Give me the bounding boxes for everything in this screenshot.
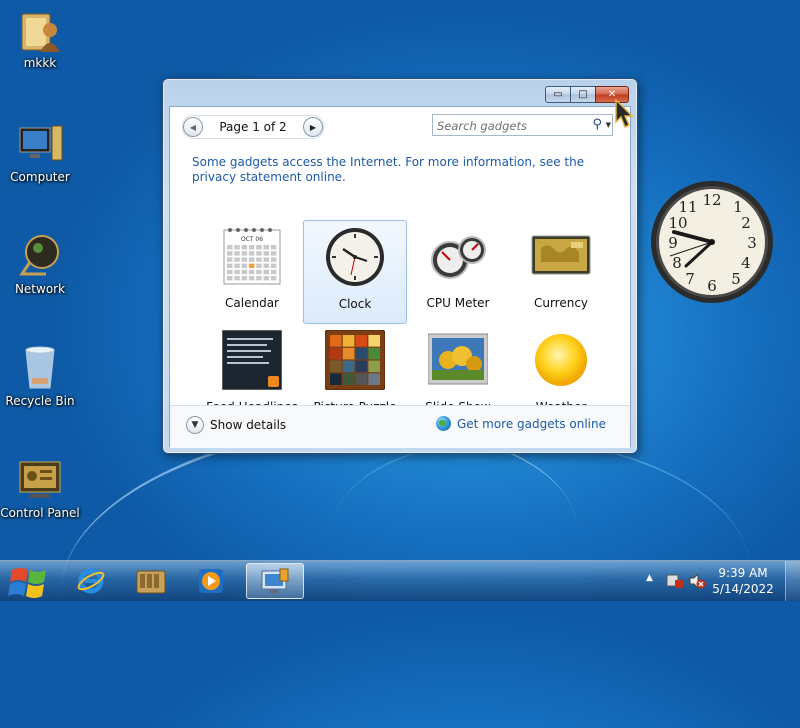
- minimize-icon: ▭: [553, 89, 563, 100]
- page-label: Page 1 of 2: [219, 120, 287, 134]
- volume-muted-icon[interactable]: [688, 572, 706, 590]
- taskbar-file-explorer[interactable]: [122, 563, 180, 599]
- taskbar-clock[interactable]: 9:39 AM 5/14/2022: [708, 565, 778, 597]
- search-dropdown-icon[interactable]: ▼: [606, 121, 611, 129]
- gadget-label: Clock: [338, 297, 372, 311]
- desktop-icon-network[interactable]: Network: [0, 232, 82, 296]
- desktop-icon-label: Computer: [10, 170, 70, 184]
- cpu-meter-icon: [428, 226, 488, 286]
- chevron-left-icon: ◀: [189, 122, 197, 132]
- maximize-icon: □: [578, 89, 588, 100]
- mouse-cursor-icon: [614, 98, 636, 130]
- get-more-gadgets-link[interactable]: Get more gadgets online: [435, 416, 606, 431]
- svg-text:12: 12: [702, 191, 721, 209]
- recycle-bin-icon: [16, 344, 64, 392]
- calendar-icon: OCT 06: [222, 226, 282, 286]
- taskbar-media-player[interactable]: [182, 563, 240, 599]
- desktop-icon-recycle-bin[interactable]: Recycle Bin: [0, 344, 82, 408]
- chevron-right-icon: ▶: [309, 122, 317, 132]
- globe-icon: [435, 416, 451, 431]
- show-details-button[interactable]: ▼ Show details: [186, 416, 286, 434]
- search-input[interactable]: [433, 116, 591, 136]
- gadgets-icon: [261, 568, 289, 593]
- desktop-icon-mkkk[interactable]: mkkk: [0, 6, 82, 70]
- user-folder-icon: [16, 6, 64, 54]
- gallery-footer: ▼ Show details Get more gadgets online: [170, 405, 630, 448]
- svg-text:5: 5: [731, 270, 741, 288]
- show-desktop-button[interactable]: [785, 561, 800, 601]
- start-button[interactable]: [6, 562, 54, 602]
- get-more-gadgets-label: Get more gadgets online: [456, 416, 606, 431]
- maximize-button[interactable]: □: [570, 86, 596, 103]
- system-tray: ▲ 9:39 AM 5/14/2022: [640, 561, 800, 601]
- calendar-month-label: OCT 06: [241, 236, 263, 243]
- svg-text:8: 8: [672, 254, 682, 272]
- search-box: ⚲ ▼: [432, 114, 613, 136]
- chevron-down-icon: ▼: [186, 416, 204, 434]
- taskbar: ▲ 9:39 AM 5/14/2022: [0, 560, 800, 601]
- gadget-gallery-window: ▭ □ ✕ ◀ Page 1 of 2 ▶ ⚲ ▼ Some gadgets a…: [162, 78, 638, 454]
- internet-explorer-icon: [77, 568, 105, 594]
- desktop-icon-control-panel[interactable]: Control Panel: [0, 456, 82, 520]
- desktop-icon-computer[interactable]: Computer: [0, 120, 82, 184]
- picture-puzzle-icon: [324, 329, 386, 391]
- taskbar-time: 9:39 AM: [718, 566, 768, 580]
- svg-text:6: 6: [707, 277, 717, 295]
- computer-icon: [16, 120, 64, 168]
- svg-text:9: 9: [668, 234, 678, 252]
- svg-text:4: 4: [741, 254, 751, 272]
- privacy-notice-link[interactable]: Some gadgets access the Internet. For mo…: [192, 155, 612, 185]
- previous-page-button[interactable]: ◀: [183, 117, 203, 137]
- gadget-label: CPU Meter: [426, 296, 490, 310]
- feed-headlines-icon: [221, 329, 283, 391]
- show-details-label: Show details: [210, 418, 287, 432]
- gadget-currency[interactable]: Currency: [509, 220, 613, 324]
- svg-text:2: 2: [741, 214, 751, 232]
- gadget-clock[interactable]: Clock: [303, 220, 407, 324]
- show-hidden-icons-icon[interactable]: ▲: [646, 573, 653, 583]
- gadget-cpu-meter[interactable]: CPU Meter: [406, 220, 510, 324]
- page-navigator: ◀ Page 1 of 2 ▶: [182, 115, 324, 139]
- gadget-label: Currency: [533, 296, 589, 310]
- weather-icon: [531, 330, 591, 390]
- slide-show-icon: [427, 330, 489, 390]
- svg-text:7: 7: [685, 270, 695, 288]
- media-player-icon: [199, 569, 223, 593]
- desktop-icon-label: mkkk: [23, 56, 57, 70]
- svg-text:10: 10: [668, 214, 687, 232]
- taskbar-date: 5/14/2022: [712, 582, 774, 596]
- network-icon: [16, 232, 64, 280]
- desktop-icon-label: Recycle Bin: [5, 394, 75, 408]
- currency-icon: [531, 226, 591, 286]
- svg-text:3: 3: [747, 234, 757, 252]
- gadget-calendar[interactable]: OCT 06 Calendar: [200, 220, 304, 324]
- clock-face-icon: 12 12345 67891011: [651, 181, 773, 303]
- desktop-icon-label: Network: [14, 282, 66, 296]
- libraries-icon: [136, 570, 166, 594]
- gadget-label: Calendar: [225, 296, 279, 310]
- taskbar-gadgets[interactable]: [246, 563, 304, 599]
- gallery-client-area: ◀ Page 1 of 2 ▶ ⚲ ▼ Some gadgets access …: [169, 106, 631, 448]
- next-page-button[interactable]: ▶: [303, 117, 323, 137]
- desktop-clock-gadget[interactable]: 12 1 2 3 4 5 6 7 8 9 10 11: [648, 180, 776, 304]
- minimize-button[interactable]: ▭: [545, 86, 571, 103]
- search-icon[interactable]: ⚲: [592, 117, 602, 132]
- taskbar-internet-explorer[interactable]: [62, 563, 120, 599]
- clock-icon: [325, 227, 385, 287]
- action-center-icon[interactable]: [666, 572, 684, 590]
- windows-logo-icon: [8, 568, 46, 598]
- control-panel-icon: [16, 456, 64, 504]
- desktop-icon-label: Control Panel: [0, 506, 80, 520]
- svg-text:11: 11: [678, 198, 697, 216]
